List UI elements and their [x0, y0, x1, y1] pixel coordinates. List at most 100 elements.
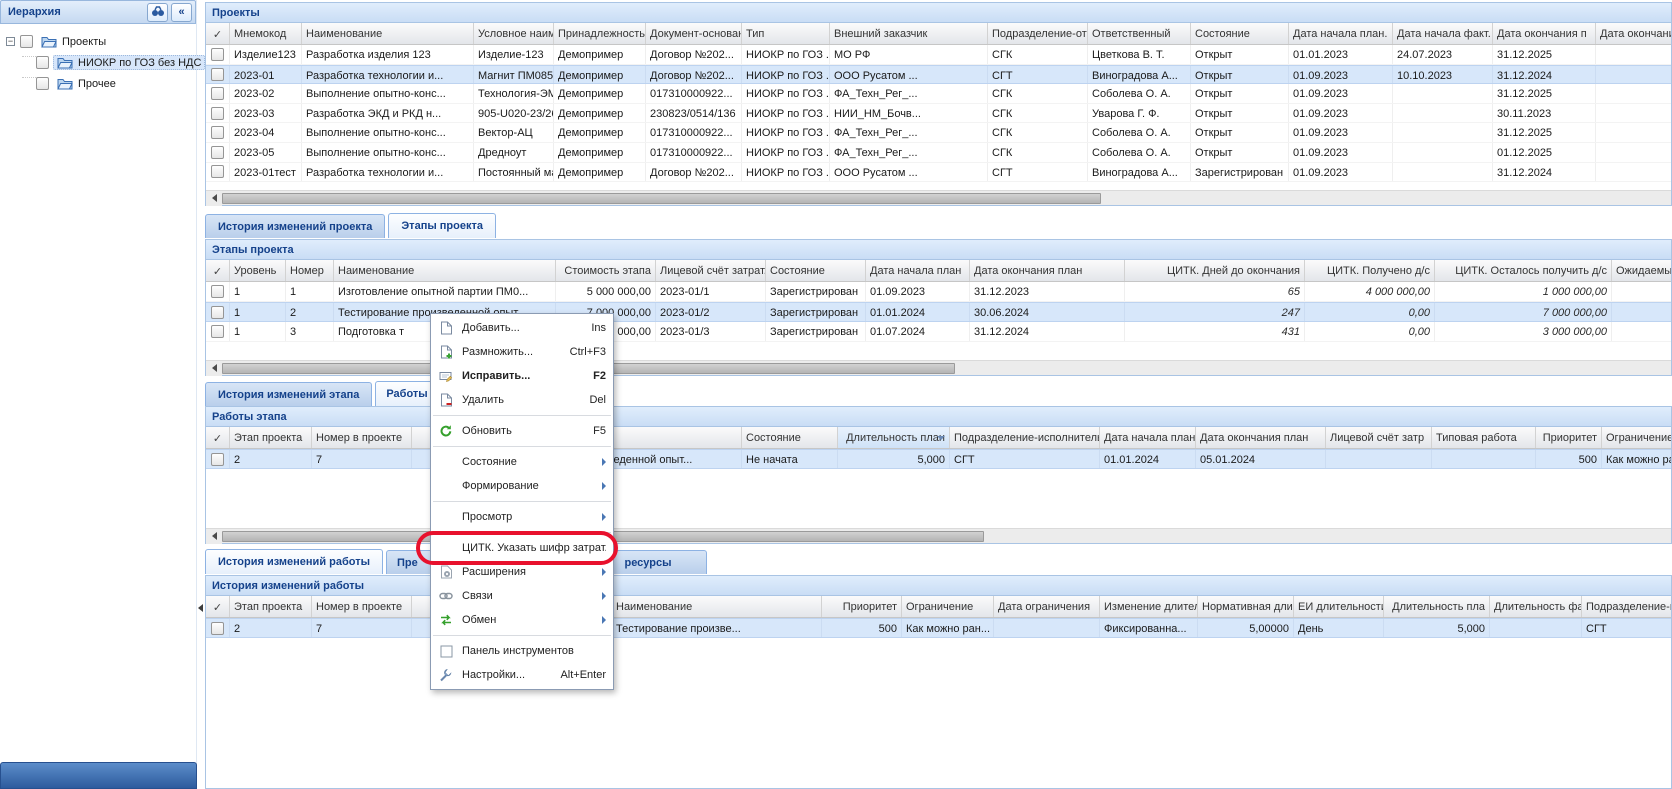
column-header[interactable]: Длительность план — [838, 427, 950, 448]
column-header[interactable]: Дата окончания план — [970, 260, 1125, 281]
column-header[interactable]: Приоритет — [1536, 427, 1602, 448]
table-row[interactable]: 27Тестирование произведенной опыт...Не н… — [206, 449, 1671, 469]
column-header[interactable]: Лицевой счёт затрат. — [656, 260, 766, 281]
column-header[interactable]: Подразделение-от — [988, 23, 1088, 44]
menu-item[interactable]: ЦИТК. Указать шифр затрат... — [431, 536, 613, 560]
column-header[interactable]: Подразделение-исполнитель.. — [950, 427, 1100, 448]
menu-item[interactable]: Настройки...Alt+Enter — [431, 663, 613, 687]
table-row[interactable]: 12Тестирование произведенной опыт7 000 0… — [206, 302, 1671, 322]
column-header[interactable]: Ограничение — [902, 596, 994, 617]
scroll-left-button[interactable] — [206, 361, 222, 376]
tree-checkbox[interactable] — [36, 77, 49, 90]
tree-item[interactable]: Прочее — [2, 73, 194, 94]
column-header[interactable]: Документ-основан — [646, 23, 742, 44]
menu-item[interactable]: Добавить...Ins — [431, 316, 613, 340]
column-header[interactable]: Этап проекта — [230, 596, 312, 617]
row-checkbox[interactable] — [211, 146, 224, 159]
table-row[interactable]: 2023-01Разработка технологии и...Магнит … — [206, 65, 1671, 85]
column-header[interactable]: Внешний заказчик — [830, 23, 988, 44]
column-header[interactable]: Этап проекта — [230, 427, 312, 448]
table-row[interactable]: 2023-03Разработка ЭКД и РКД н...905-U020… — [206, 104, 1671, 124]
row-checkbox[interactable] — [211, 107, 224, 120]
menu-item[interactable]: УдалитьDel — [431, 388, 613, 412]
scroll-left-button[interactable] — [206, 191, 222, 206]
select-column-header[interactable]: ✓ — [206, 23, 230, 44]
table-row[interactable]: 2023-01тестРазработка технологии и...Пос… — [206, 163, 1671, 183]
column-header[interactable]: Мнемокод — [230, 23, 302, 44]
row-checkbox[interactable] — [211, 48, 224, 61]
table-row[interactable]: Изделие123Разработка изделия 123Изделие-… — [206, 45, 1671, 65]
row-checkbox[interactable] — [211, 68, 224, 81]
tree-checkbox[interactable] — [20, 35, 33, 48]
tree-checkbox[interactable] — [36, 56, 49, 69]
row-checkbox[interactable] — [211, 306, 224, 319]
tab[interactable]: Этапы проекта — [388, 213, 496, 238]
scroll-left-arrow[interactable] — [198, 604, 203, 612]
column-header[interactable]: Состояние — [766, 260, 866, 281]
tab[interactable]: История изменений проекта — [205, 214, 385, 238]
menu-item[interactable]: Расширения — [431, 560, 613, 584]
column-header[interactable]: Нормативная длит — [1198, 596, 1294, 617]
column-header[interactable]: Номер — [286, 260, 334, 281]
scrollbar-thumb[interactable] — [222, 193, 1101, 204]
column-header[interactable]: Изменение длител — [1100, 596, 1198, 617]
column-header[interactable]: Наименование — [302, 23, 474, 44]
menu-item[interactable]: Просмотр — [431, 505, 613, 529]
row-checkbox[interactable] — [211, 622, 224, 635]
table-row[interactable]: 11Изготовление опытной партии ПМ0...5 00… — [206, 282, 1671, 302]
select-column-header[interactable]: ✓ — [206, 427, 230, 448]
column-header[interactable]: Ожидаемые — [1612, 260, 1671, 281]
table-row[interactable]: 2023-04Выполнение опытно-конс...Вектор-А… — [206, 123, 1671, 143]
column-header[interactable]: Стоимость этапа — [556, 260, 656, 281]
collapse-expander-icon[interactable]: − — [6, 37, 15, 46]
column-header[interactable]: Условное наименова — [474, 23, 554, 44]
column-header[interactable]: Дата начала план. — [1289, 23, 1393, 44]
sidebar-collapsed-panel[interactable] — [0, 762, 197, 789]
menu-item[interactable]: Формирование — [431, 474, 613, 498]
column-header[interactable]: Ответственный — [1088, 23, 1191, 44]
column-header[interactable]: ЕИ длительности — [1294, 596, 1384, 617]
menu-item[interactable]: Исправить...F2 — [431, 364, 613, 388]
column-header[interactable]: Номер в проекте — [312, 427, 412, 448]
row-checkbox[interactable] — [211, 87, 224, 100]
select-column-header[interactable]: ✓ — [206, 596, 230, 617]
column-header[interactable]: Дата начала план — [866, 260, 970, 281]
table-row[interactable]: 2023-05Выполнение опытно-конс...Дредноут… — [206, 143, 1671, 163]
projects-hscrollbar[interactable] — [206, 190, 1671, 205]
column-header[interactable]: Дата окончания план — [1196, 427, 1326, 448]
menu-item[interactable]: Состояние — [431, 450, 613, 474]
stages-hscrollbar[interactable] — [206, 360, 1671, 375]
column-header[interactable]: ЦИТК. Дней до окончания — [1125, 260, 1305, 281]
collapse-sidebar-button[interactable]: « — [171, 3, 192, 22]
table-row[interactable]: 2023-02Выполнение опытно-конс...Технолог… — [206, 84, 1671, 104]
column-header[interactable]: Дата ограничения — [994, 596, 1100, 617]
table-row[interactable]: 27Тестирование произве...500Как можно ра… — [206, 618, 1671, 638]
column-header[interactable]: Лицевой счёт затр — [1326, 427, 1432, 448]
column-header[interactable]: Принадлежность — [554, 23, 646, 44]
column-header[interactable]: Типовая работа — [1432, 427, 1536, 448]
column-header[interactable]: Номер в проекте — [312, 596, 412, 617]
row-checkbox[interactable] — [211, 453, 224, 466]
tab[interactable]: История изменений этапа — [205, 382, 372, 406]
works-hscrollbar[interactable] — [206, 528, 1671, 543]
column-header[interactable]: Наименование — [612, 596, 822, 617]
row-checkbox[interactable] — [211, 126, 224, 139]
menu-item[interactable]: Обмен — [431, 608, 613, 632]
column-header[interactable]: Длительность фак — [1490, 596, 1582, 617]
menu-item[interactable]: Связи — [431, 584, 613, 608]
menu-item[interactable]: Размножить...Ctrl+F3 — [431, 340, 613, 364]
column-header[interactable]: Длительность пла — [1384, 596, 1490, 617]
column-header[interactable]: Дата окончания п — [1493, 23, 1596, 44]
column-header[interactable]: Уровень — [230, 260, 286, 281]
column-header[interactable]: Состояние — [1191, 23, 1289, 44]
search-button[interactable] — [147, 3, 168, 22]
column-header[interactable]: ЦИТК. Осталось получить д/с — [1435, 260, 1612, 281]
row-checkbox[interactable] — [211, 325, 224, 338]
column-header[interactable]: Дата начала факт. — [1393, 23, 1493, 44]
row-checkbox[interactable] — [211, 285, 224, 298]
tree-item[interactable]: НИОКР по ГОЗ без НДС — [2, 52, 194, 73]
select-column-header[interactable]: ✓ — [206, 260, 230, 281]
table-row[interactable]: 13Подготовка т3 000 000,002023-01/3Зарег… — [206, 322, 1671, 342]
column-header[interactable]: Приоритет — [822, 596, 902, 617]
row-checkbox[interactable] — [211, 165, 224, 178]
